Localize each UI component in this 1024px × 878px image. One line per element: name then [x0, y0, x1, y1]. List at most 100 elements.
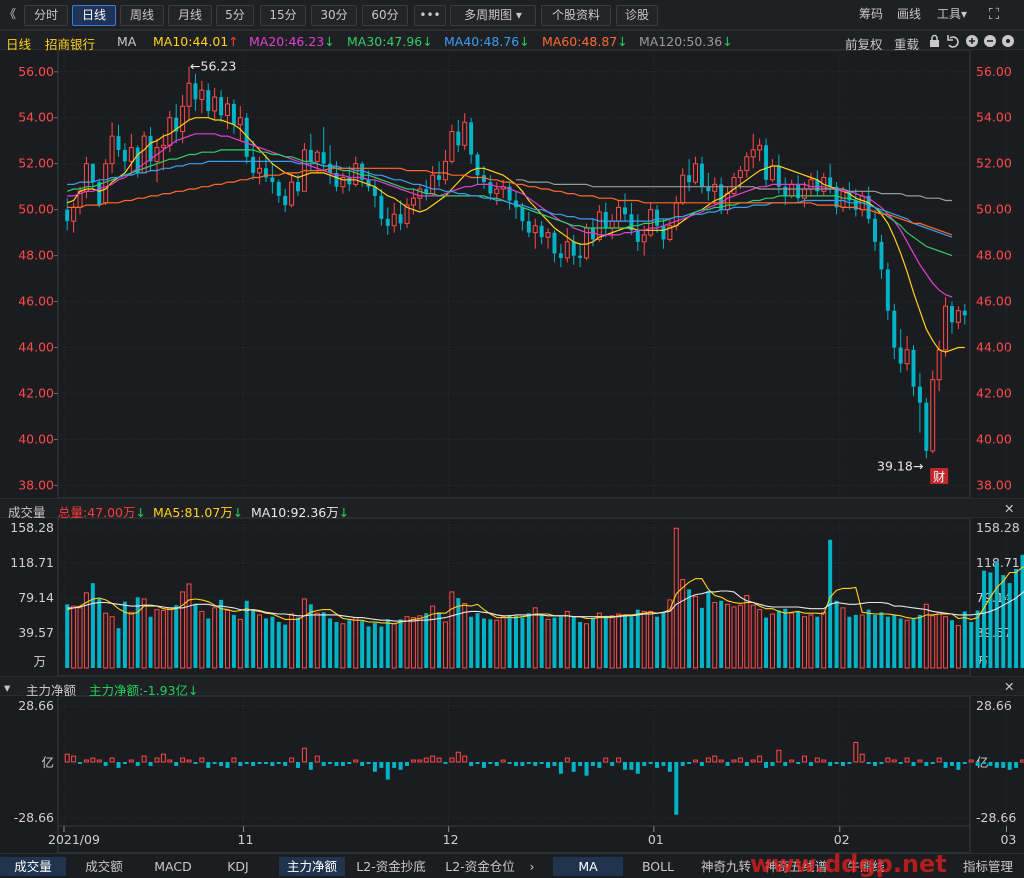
- caret-down-icon: ▾: [515, 8, 522, 22]
- main-fund-chart[interactable]: 28.66 28.66-28.66 -28.66亿 亿2021/09 11 12 01 02 0…: [0, 696, 1024, 853]
- fund-bar-negative: [1001, 762, 1006, 768]
- volume-bar-down: [982, 570, 987, 668]
- fund-bar-negative: [340, 762, 345, 766]
- candle-body-down: [539, 225, 544, 238]
- y-tick-label-left: 40.00: [18, 431, 54, 446]
- fund-bar-positive: [859, 753, 865, 763]
- tab-monthly[interactable]: 月线: [168, 5, 212, 26]
- candle-body-down: [911, 349, 916, 387]
- volume-chart[interactable]: 158.28158.28118.71118.7179.1479.1439.573…: [0, 518, 1024, 676]
- fund-bar-negative: [879, 762, 884, 764]
- indicator-manage-button[interactable]: 指标管理: [952, 857, 1024, 876]
- lock-icon[interactable]: [930, 34, 939, 48]
- candle-body-up: [943, 305, 949, 351]
- volume-bar-down: [661, 612, 666, 668]
- indicator-tab-l2-position[interactable]: L2-资金仓位: [438, 857, 522, 876]
- overlay-tab-boll[interactable]: BOLL: [626, 857, 690, 876]
- volume-bar-down: [699, 607, 704, 668]
- volume-bar-up: [442, 621, 448, 669]
- overlay-tab-five-line[interactable]: 神奇五线谱: [760, 857, 832, 876]
- indicator-tab-main-fund[interactable]: 主力净额: [279, 857, 345, 876]
- draw-line-button[interactable]: 画线: [890, 5, 928, 26]
- volume-bar-up: [584, 623, 590, 669]
- y-tick-label-left: 48.00: [18, 248, 54, 263]
- ellipsis-icon: •••: [419, 8, 441, 22]
- volume-bar-up: [225, 610, 230, 669]
- zoom-out-icon[interactable]: [984, 35, 996, 47]
- fund-bar-positive: [180, 757, 186, 763]
- volume-bar-down: [90, 583, 95, 668]
- volume-bar-down: [539, 614, 544, 668]
- overlay-tab-bull-bear[interactable]: 牛熊线: [836, 857, 896, 876]
- fund-bar-negative: [680, 762, 685, 766]
- tab-30min[interactable]: 30分: [311, 5, 357, 26]
- multi-period-dropdown[interactable]: 多周期图 ▾: [450, 5, 536, 26]
- indicator-tab-volume[interactable]: 成交量: [0, 857, 66, 876]
- tab-15min[interactable]: 15分: [260, 5, 306, 26]
- zoom-in-icon[interactable]: [966, 35, 978, 47]
- fund-bar-negative: [392, 762, 397, 768]
- undo-icon[interactable]: [947, 35, 959, 48]
- tab-5min[interactable]: 5分: [216, 5, 254, 26]
- volume-bar-up: [289, 613, 295, 669]
- candle-body-down: [924, 402, 929, 451]
- candlestick-chart[interactable]: 56.00 56.0054.00 54.0052.00 52.0050.00 50.00…: [0, 50, 1024, 498]
- candle-body-down: [828, 177, 833, 187]
- fund-bar-negative: [103, 762, 108, 766]
- candle-body-up: [673, 202, 679, 227]
- settings-icon[interactable]: [1002, 35, 1014, 47]
- unit-label-left: 万: [33, 654, 46, 669]
- candle-body-down: [206, 90, 211, 111]
- fund-bar-positive: [289, 757, 295, 763]
- volume-bar-down: [994, 561, 999, 668]
- volume-bar-up: [430, 605, 436, 669]
- next-tabs-icon[interactable]: ›: [524, 857, 540, 876]
- fund-bar-positive: [141, 755, 147, 763]
- fund-bar-positive: [301, 747, 307, 763]
- ma-indicator-name[interactable]: MA: [117, 34, 136, 49]
- indicator-tab-l2-bottom[interactable]: L2-资金抄底: [349, 857, 433, 876]
- fullscreen-button[interactable]: ⛶: [982, 5, 1006, 26]
- infobar-icons: [930, 34, 1014, 48]
- tab-intraday[interactable]: 分时: [24, 5, 68, 26]
- candle-body-down: [885, 269, 890, 311]
- fund-bar-negative: [360, 762, 365, 766]
- more-periods-button[interactable]: •••: [414, 5, 446, 26]
- volume-bar-down: [847, 616, 852, 668]
- volume-bar-down: [571, 616, 576, 668]
- tab-60min[interactable]: 60分: [362, 5, 408, 26]
- fund-bar-negative: [533, 762, 538, 766]
- fund-bar-negative: [334, 762, 339, 766]
- y-tick-label-left: 50.00: [18, 202, 54, 217]
- tab-daily[interactable]: 日线: [72, 5, 116, 26]
- y-tick-label-left: 158.28: [10, 520, 54, 535]
- fund-bar-negative: [366, 762, 371, 764]
- fund-bar-positive: [430, 755, 436, 763]
- overlay-tab-td9[interactable]: 神奇九转: [694, 857, 758, 876]
- stock-info-button[interactable]: 个股资料: [541, 5, 611, 26]
- diagnose-button[interactable]: 诊股: [616, 5, 658, 26]
- back-button[interactable]: 《: [2, 5, 18, 26]
- collapse-panel-icon[interactable]: ▾: [4, 680, 10, 695]
- candle-body-down: [475, 154, 480, 176]
- overlay-tab-ma[interactable]: MA: [553, 857, 623, 876]
- close-fund-icon[interactable]: ✕: [1004, 679, 1014, 694]
- chips-button[interactable]: 筹码: [852, 5, 890, 26]
- tab-weekly[interactable]: 周线: [120, 5, 164, 26]
- indicator-tab-kdj[interactable]: KDJ: [208, 857, 268, 876]
- fund-bar-negative: [270, 762, 275, 766]
- candle-body-down: [879, 241, 884, 270]
- fund-bar-negative: [283, 762, 288, 766]
- volume-bar-up: [840, 607, 846, 669]
- indicator-tab-turnover[interactable]: 成交额: [70, 857, 138, 876]
- indicator-tab-macd[interactable]: MACD: [142, 857, 204, 876]
- x-tick-label: 11: [238, 832, 254, 847]
- fund-bar-negative: [244, 762, 249, 764]
- volume-bar-down: [898, 618, 903, 668]
- candle-body-up: [731, 176, 737, 195]
- candle-body-up: [430, 174, 436, 195]
- volume-bar-down: [635, 609, 640, 668]
- close-volume-icon[interactable]: ✕: [1004, 501, 1014, 516]
- tools-dropdown[interactable]: 工具▾: [928, 5, 976, 26]
- volume-bar-up: [789, 612, 795, 669]
